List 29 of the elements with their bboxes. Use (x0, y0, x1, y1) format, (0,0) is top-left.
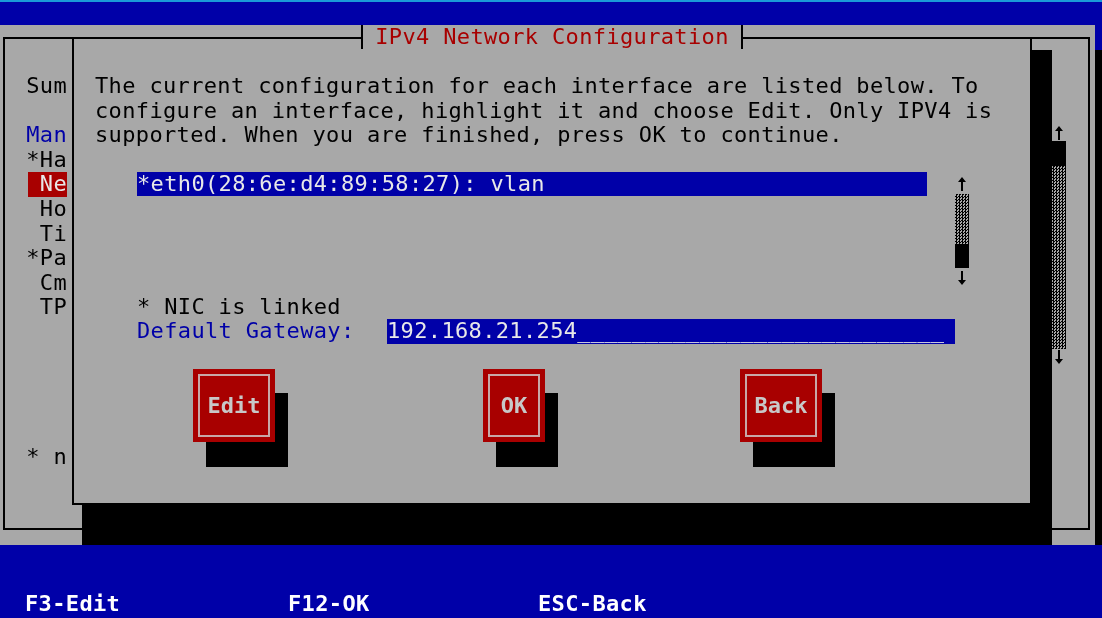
sidebar-item[interactable]: Ho (39, 196, 67, 222)
sidebar-item[interactable]: *Ha (26, 147, 67, 173)
sidebar-section: Man (26, 123, 67, 148)
sidebar-heading: Sum (26, 74, 67, 99)
down-arrow-icon (1054, 349, 1064, 365)
sidebar-item[interactable]: *Pa (26, 246, 67, 271)
sidebar-item[interactable]: Ne (27, 172, 67, 197)
dialog-button[interactable]: OK (483, 369, 545, 443)
instructions-text: The current configuration for each interface are listed below. To configure an interface, highlight it and choose Edit. Only IPV4 is supported. When you are finished, press OK to continue. (95, 74, 994, 148)
sidebar-item[interactable]: Ti (39, 221, 67, 247)
up-arrow-icon (1054, 125, 1064, 141)
dialog-button[interactable]: Back (739, 369, 822, 443)
hotkey-hint: ESC-Back (538, 592, 647, 617)
scroll-thumb[interactable] (955, 243, 969, 268)
dialog-button[interactable]: Edit (193, 369, 276, 443)
legend-text: * NIC is linked (137, 294, 342, 320)
scrollbar[interactable] (1052, 125, 1066, 365)
gateway-label: Default Gateway: (137, 319, 356, 345)
sidebar-item[interactable]: Cm (39, 270, 67, 296)
scroll-thumb[interactable] (1052, 141, 1066, 166)
gateway-field[interactable]: 192.168.21.254___________________________ (387, 319, 955, 345)
footnote: * n (26, 445, 67, 470)
dialog-title: IPv4 Network Configuration (361, 25, 743, 49)
down-arrow-icon (957, 269, 967, 286)
sidebar-item[interactable]: TP (39, 295, 67, 320)
hotkey-hint: F3-Edit (25, 592, 121, 617)
hotkey-hint: F12-OK (288, 592, 370, 617)
interface-row[interactable]: *eth0(28:6e:d4:89:58:27): vlan (137, 171, 927, 197)
up-arrow-icon (957, 175, 967, 192)
